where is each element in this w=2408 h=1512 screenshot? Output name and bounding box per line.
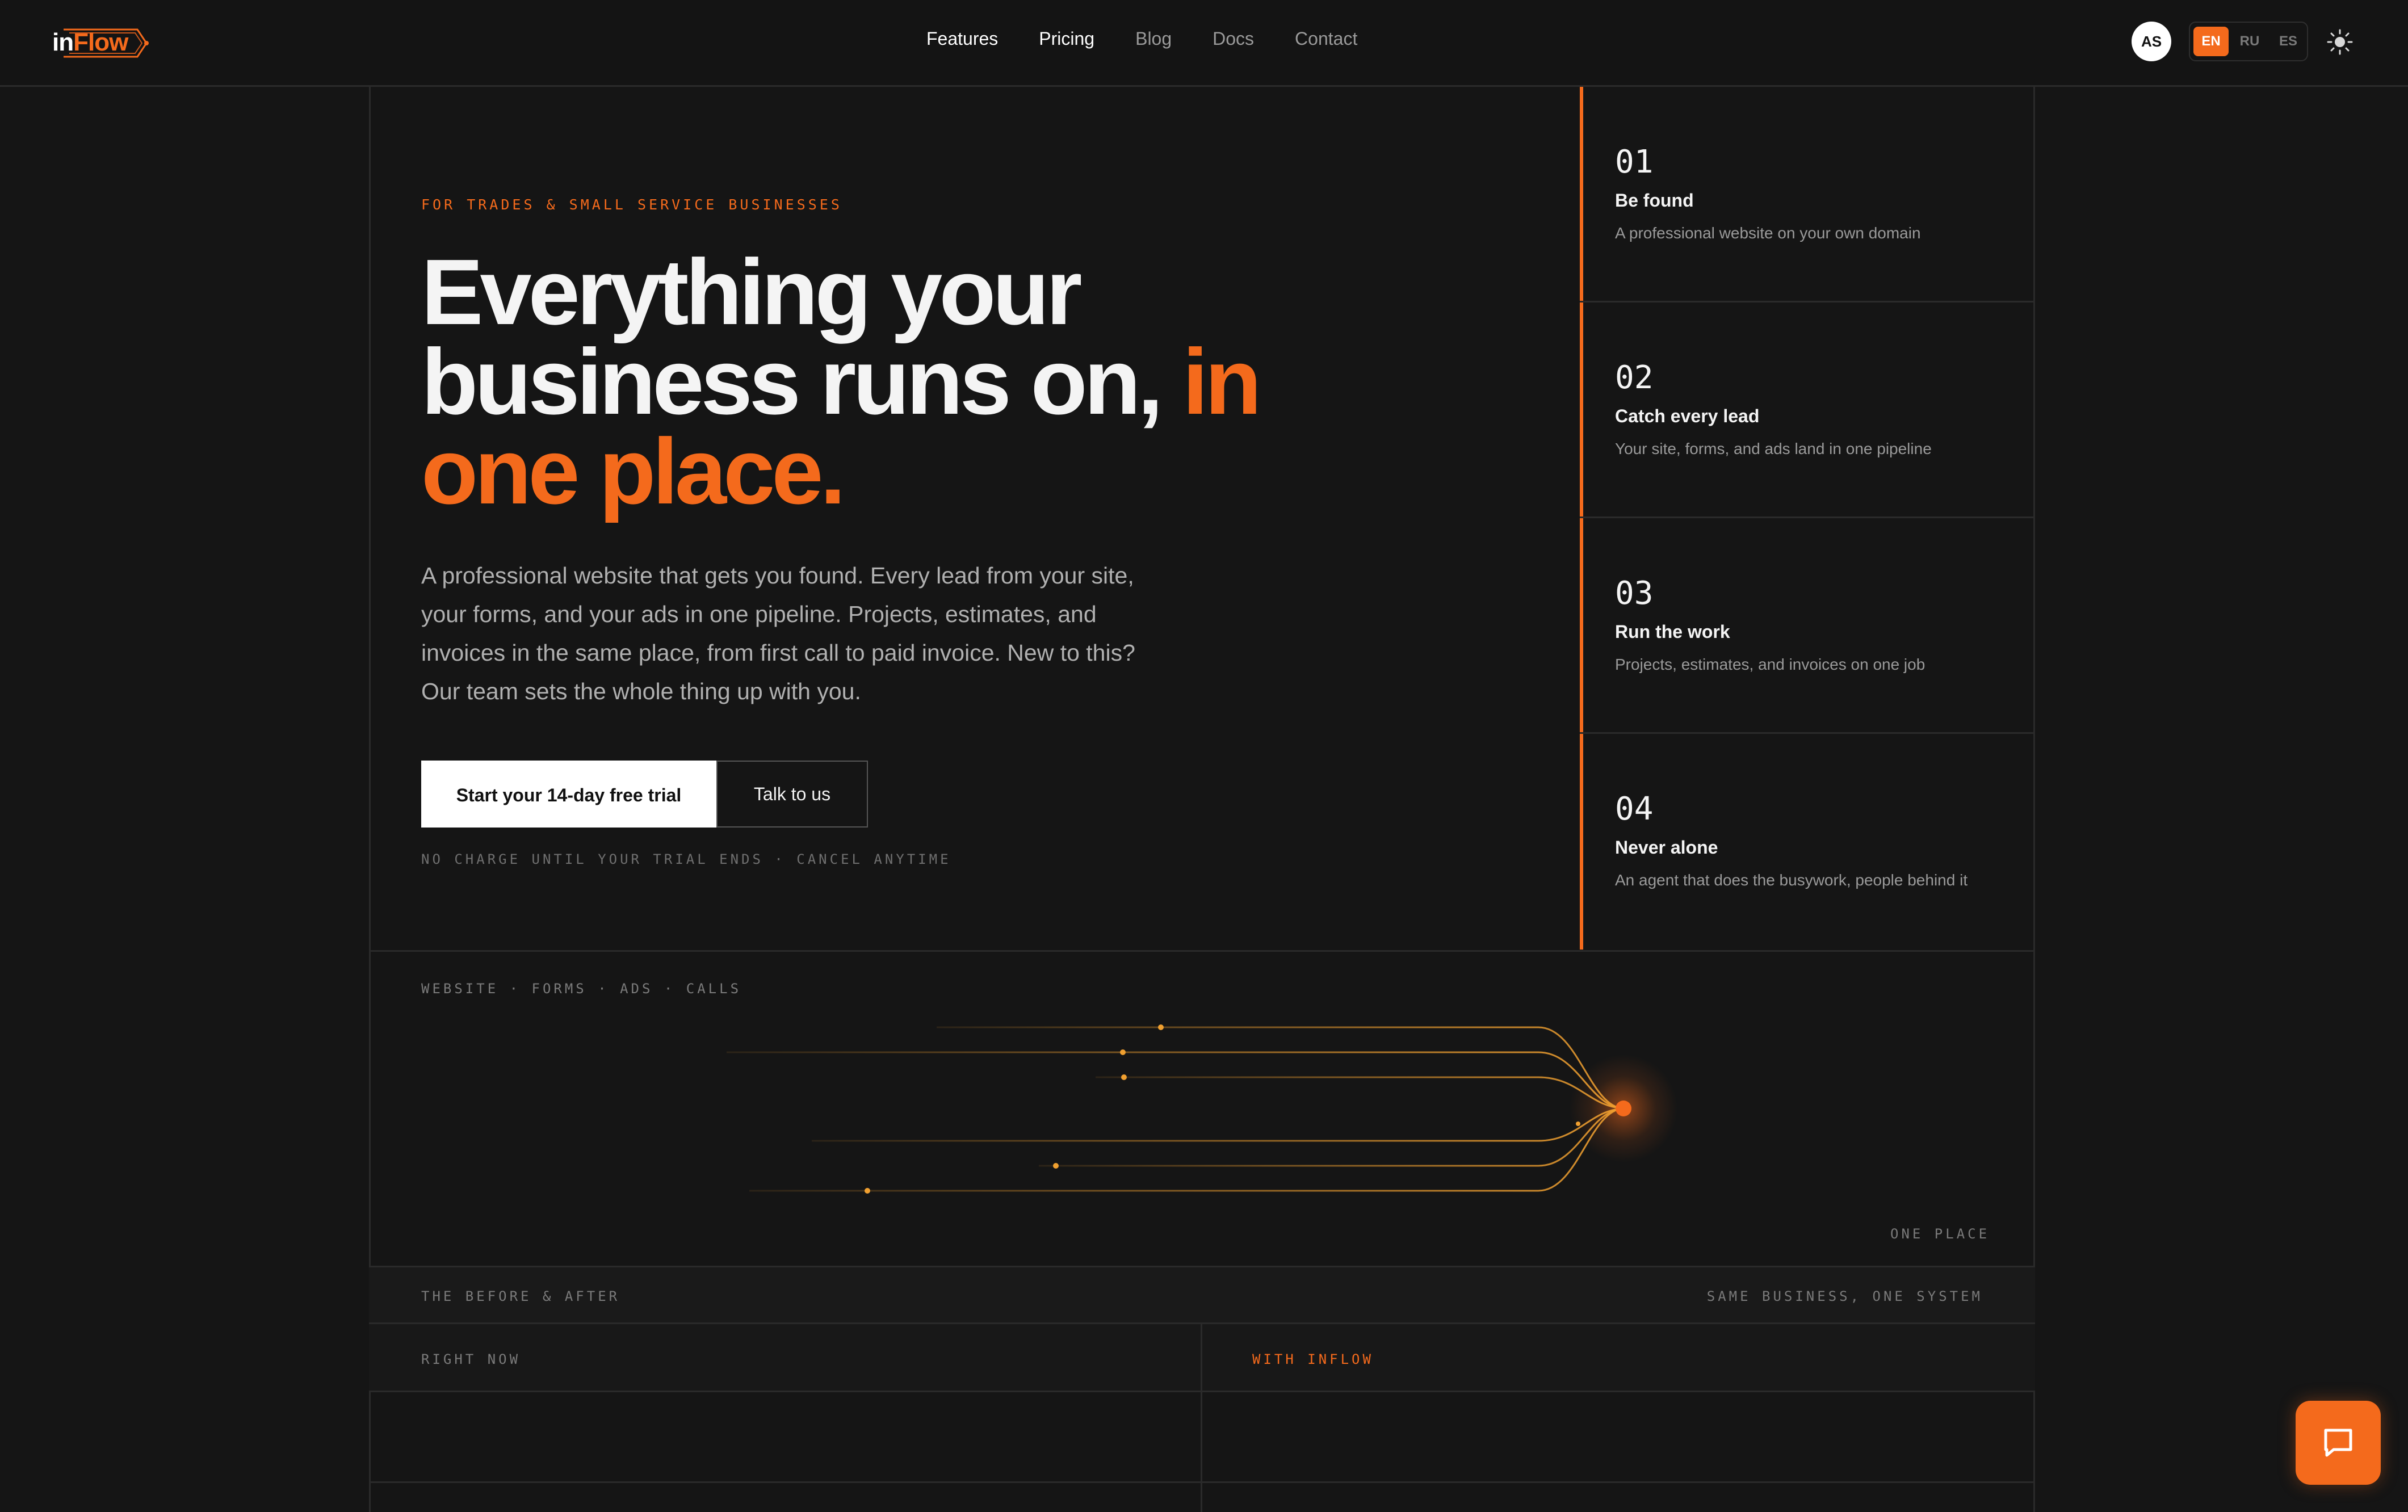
nav-link-contact[interactable]: Contact xyxy=(1295,28,1357,49)
theme-toggle-button[interactable] xyxy=(2326,28,2354,56)
logo-text-flow: Flow xyxy=(73,28,128,56)
nav-link-docs[interactable]: Docs xyxy=(1213,28,1254,49)
hero-headline-main: Everything your business runs on, xyxy=(421,240,1182,434)
chat-launcher-button[interactable] xyxy=(2296,1401,2381,1485)
feature-card-1: 01 Be found A professional website on yo… xyxy=(1580,87,2034,303)
feature-cards: 01 Be found A professional website on yo… xyxy=(1580,87,2034,951)
user-avatar[interactable]: AS xyxy=(2132,22,2171,61)
feature-card-3: 03 Run the work Projects, estimates, and… xyxy=(1580,518,2034,734)
feature-title: Never alone xyxy=(1615,837,1718,858)
section-divider xyxy=(369,950,2035,952)
hero-headline: Everything your business runs on, in one… xyxy=(421,246,1273,518)
feature-number: 02 xyxy=(1615,359,1654,396)
sun-icon xyxy=(2327,29,2353,55)
before-after-header: THE BEFORE & AFTER SAME BUSINESS, ONE SY… xyxy=(369,1267,2035,1324)
feature-card-4: 04 Never alone An agent that does the bu… xyxy=(1580,734,2034,950)
before-after-title: THE BEFORE & AFTER xyxy=(421,1288,620,1304)
nav-link-blog[interactable]: Blog xyxy=(1135,28,1172,49)
logo[interactable]: inFlow xyxy=(52,22,149,65)
before-after-subtitle: SAME BUSINESS, ONE SYSTEM xyxy=(1706,1288,1983,1304)
talk-to-us-button[interactable]: Talk to us xyxy=(716,761,868,828)
flow-lines-graphic xyxy=(727,1024,1677,1194)
trial-note: NO CHARGE UNTIL YOUR TRIAL ENDS · CANCEL… xyxy=(421,851,951,867)
lang-en-button[interactable]: EN xyxy=(2193,27,2229,56)
feature-desc: Projects, estimates, and invoices on one… xyxy=(1615,656,1925,673)
logo-text: inFlow xyxy=(52,28,128,57)
feature-title: Run the work xyxy=(1615,621,1730,642)
feature-desc: Your site, forms, and ads land in one pi… xyxy=(1615,440,1932,457)
nav-link-pricing[interactable]: Pricing xyxy=(1039,28,1094,49)
logo-text-in: in xyxy=(52,28,74,56)
flow-end-label: ONE PLACE xyxy=(1890,1226,1990,1242)
language-switcher: EN RU ES xyxy=(2189,22,2308,61)
feature-card-accent xyxy=(1580,303,1583,516)
feature-desc: An agent that does the busywork, people … xyxy=(1615,871,1968,889)
start-trial-button[interactable]: Start your 14-day free trial xyxy=(421,761,716,828)
lang-es-button[interactable]: ES xyxy=(2271,27,2306,56)
hero-eyebrow: FOR TRADES & SMALL SERVICE BUSINESSES xyxy=(421,196,842,213)
feature-title: Be found xyxy=(1615,190,1694,211)
feature-desc: A professional website on your own domai… xyxy=(1615,224,1921,242)
feature-card-accent xyxy=(1580,87,1583,301)
lang-ru-button[interactable]: RU xyxy=(2232,27,2267,56)
top-navigation: inFlow Features Pricing Blog Docs Contac… xyxy=(0,0,2408,87)
feature-card-2: 02 Catch every lead Your site, forms, an… xyxy=(1580,303,2034,518)
nav-link-features[interactable]: Features xyxy=(926,28,998,49)
hero-lead: A professional website that gets you fou… xyxy=(421,562,1135,704)
row-divider xyxy=(369,1481,2035,1483)
chat-bubble-icon xyxy=(2324,1429,2352,1457)
column-after-label: WITH INFLOW xyxy=(1252,1351,1374,1367)
feature-number: 04 xyxy=(1615,791,1654,828)
nav-links: Features Pricing Blog Docs Contact xyxy=(926,28,1357,49)
feature-title: Catch every lead xyxy=(1615,406,1760,426)
feature-number: 03 xyxy=(1615,575,1654,612)
column-divider xyxy=(1201,1324,1202,1512)
column-before-label: RIGHT NOW xyxy=(421,1351,521,1367)
feature-card-accent xyxy=(1580,518,1583,732)
feature-card-accent xyxy=(1580,734,1583,950)
feature-number: 01 xyxy=(1615,144,1654,180)
